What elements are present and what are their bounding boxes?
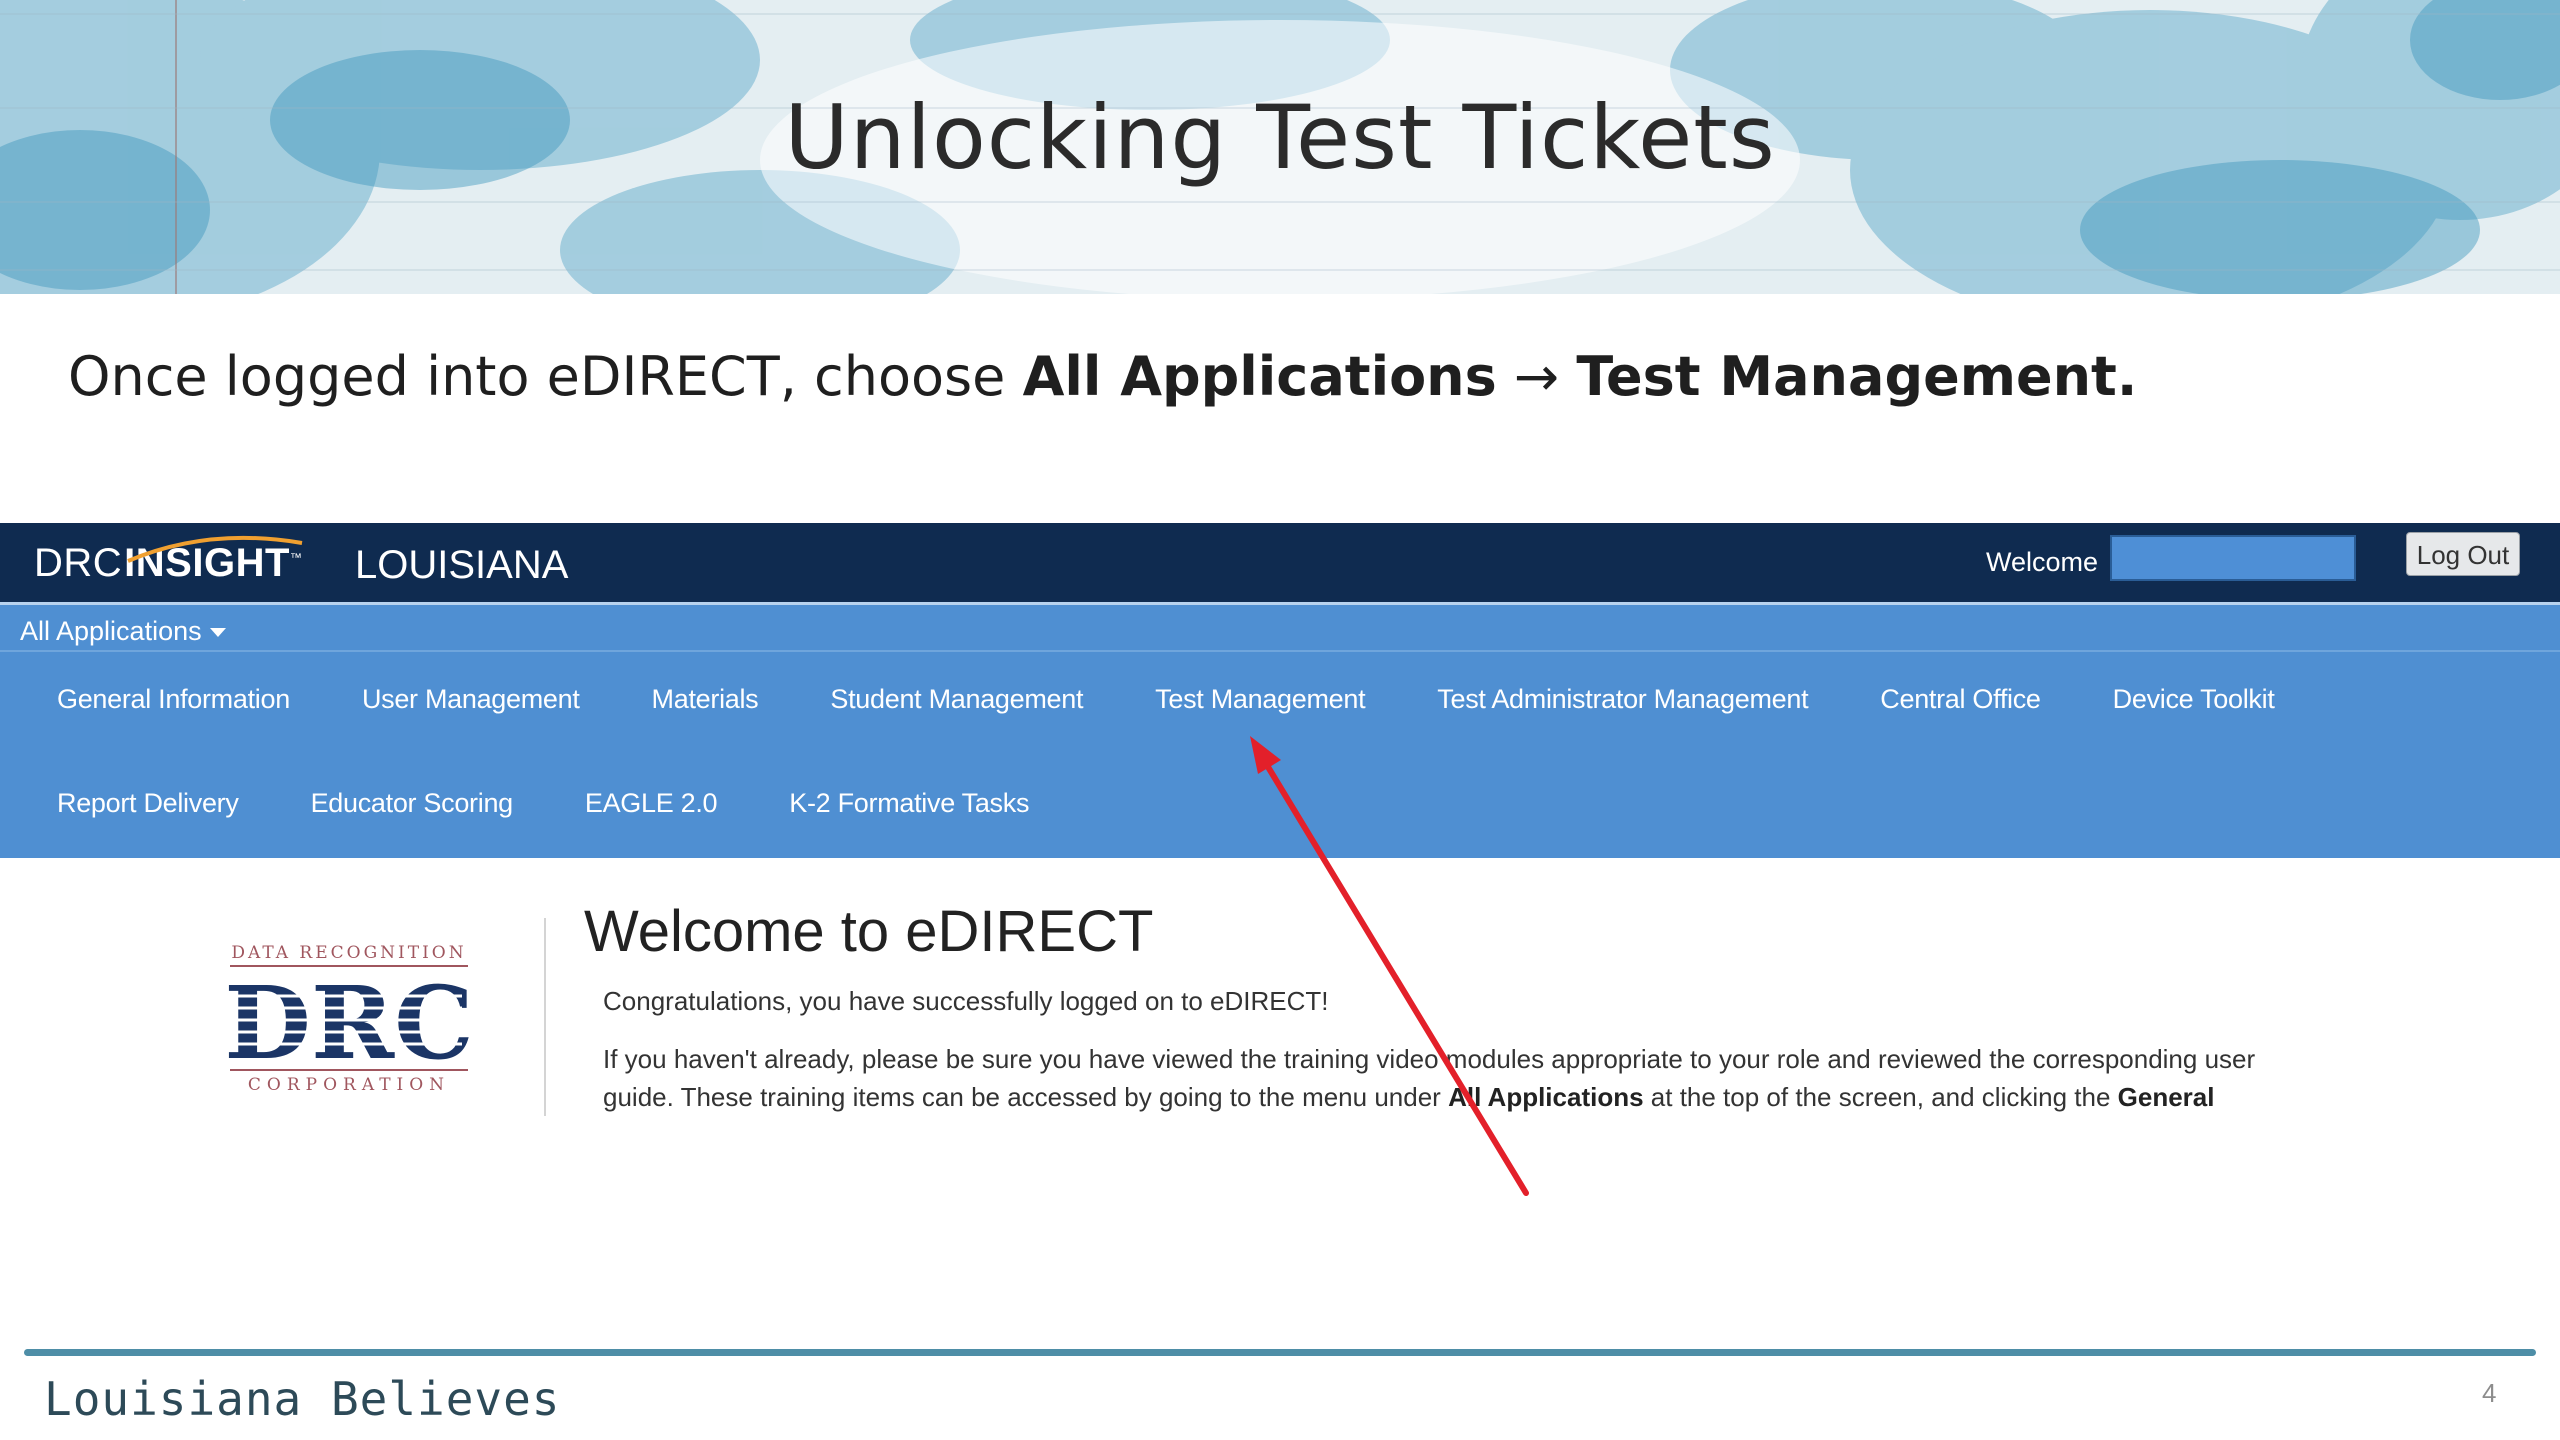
logo-top-text: DATA RECOGNITION	[231, 943, 466, 963]
brand-drc: DRC	[34, 540, 123, 585]
edirect-header: DRC INSIGHT™ LOUISIANA Welcome Log Out	[0, 523, 2560, 602]
nav-device-toolkit[interactable]: Device Toolkit	[2077, 684, 2311, 715]
info-part-2: at the top of the screen, and clicking t…	[1643, 1082, 2118, 1112]
slide-banner: Unlocking Test Tickets	[0, 0, 2560, 294]
instruction-text: Once logged into eDIRECT, choose All App…	[68, 345, 2137, 408]
info-all-applications: All Applications	[1448, 1082, 1644, 1112]
nav-report-delivery[interactable]: Report Delivery	[0, 788, 275, 819]
nav-eagle[interactable]: EAGLE 2.0	[549, 788, 753, 819]
nav-row-2: Report Delivery Educator Scoring EAGLE 2…	[0, 788, 2560, 819]
state-name: LOUISIANA	[355, 543, 569, 587]
welcome-label: Welcome	[1986, 547, 2099, 577]
all-applications-dropdown[interactable]: All Applications	[20, 616, 226, 647]
nav-divider	[0, 650, 2560, 652]
logout-button[interactable]: Log Out	[2406, 532, 2520, 576]
footer-line	[24, 1349, 2536, 1356]
nav-materials[interactable]: Materials	[616, 684, 795, 715]
nav-row-1: General Information User Management Mate…	[0, 684, 2560, 715]
slide-title: Unlocking Test Tickets	[784, 86, 1776, 189]
nav-k2-formative-tasks[interactable]: K-2 Formative Tasks	[753, 788, 1065, 819]
nav-test-administrator-management[interactable]: Test Administrator Management	[1401, 684, 1844, 715]
page-number: 4	[2482, 1378, 2497, 1408]
nav-central-office[interactable]: Central Office	[1844, 684, 2076, 715]
brand-insight-wrap: INSIGHT™	[124, 535, 303, 586]
caret-down-icon	[209, 628, 226, 638]
nav-test-management[interactable]: Test Management	[1119, 684, 1401, 715]
welcome-title: Welcome to eDIRECT	[584, 899, 1154, 964]
vertical-divider	[544, 918, 546, 1116]
info-text: If you haven't already, please be sure y…	[603, 1040, 2323, 1116]
instruction-test-management: Test Management.	[1576, 345, 2138, 408]
nav-student-management[interactable]: Student Management	[794, 684, 1119, 715]
drc-corporation-logo: DATA RECOGNITION DRC CORPORATION	[226, 943, 472, 1094]
logo-bottom-text: CORPORATION	[248, 1075, 450, 1094]
nav-general-information[interactable]: General Information	[0, 684, 326, 715]
instruction-prefix: Once logged into eDIRECT, choose	[68, 345, 1023, 408]
swoosh-icon	[127, 535, 303, 563]
instruction-all-applications: All Applications	[1022, 345, 1497, 408]
congrats-text: Congratulations, you have successfully l…	[603, 986, 1329, 1016]
logo-main-text: DRC	[226, 964, 472, 1082]
applications-nav: All Applications General Information Use…	[0, 602, 2560, 858]
info-general: General	[2117, 1082, 2215, 1112]
instruction-arrow: →	[1496, 345, 1577, 408]
all-applications-label: All Applications	[20, 616, 202, 646]
user-name-redacted	[2110, 535, 2356, 581]
footer-brand: Louisiana Believes	[44, 1372, 561, 1426]
nav-educator-scoring[interactable]: Educator Scoring	[275, 788, 549, 819]
nav-user-management[interactable]: User Management	[326, 684, 616, 715]
drc-insight-logo[interactable]: DRC INSIGHT™	[34, 533, 303, 593]
